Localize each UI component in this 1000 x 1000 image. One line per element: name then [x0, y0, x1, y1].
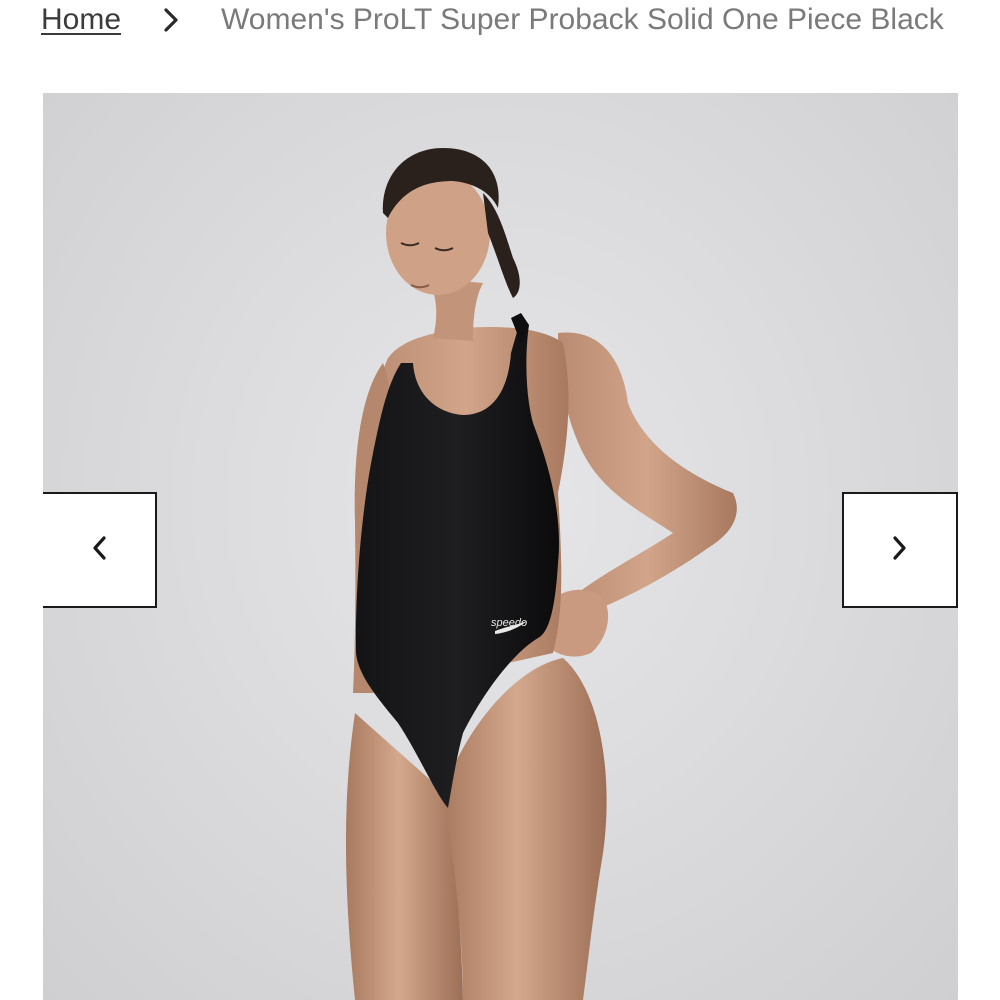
previous-image-button[interactable]	[43, 492, 157, 608]
chevron-right-icon	[121, 0, 221, 40]
breadcrumb-home-link[interactable]: Home	[41, 3, 121, 37]
breadcrumb-current-page: Women's ProLT Super Proback Solid One Pi…	[221, 3, 944, 36]
product-image: speedo	[346, 148, 737, 1000]
product-image-gallery: speedo	[43, 93, 958, 1000]
breadcrumb: Home Women's ProLT Super Proback Solid O…	[41, 0, 1000, 40]
chevron-left-icon	[90, 534, 108, 567]
product-page: Home Women's ProLT Super Proback Solid O…	[0, 0, 1000, 1000]
chevron-right-icon	[891, 534, 909, 567]
next-image-button[interactable]	[842, 492, 958, 608]
